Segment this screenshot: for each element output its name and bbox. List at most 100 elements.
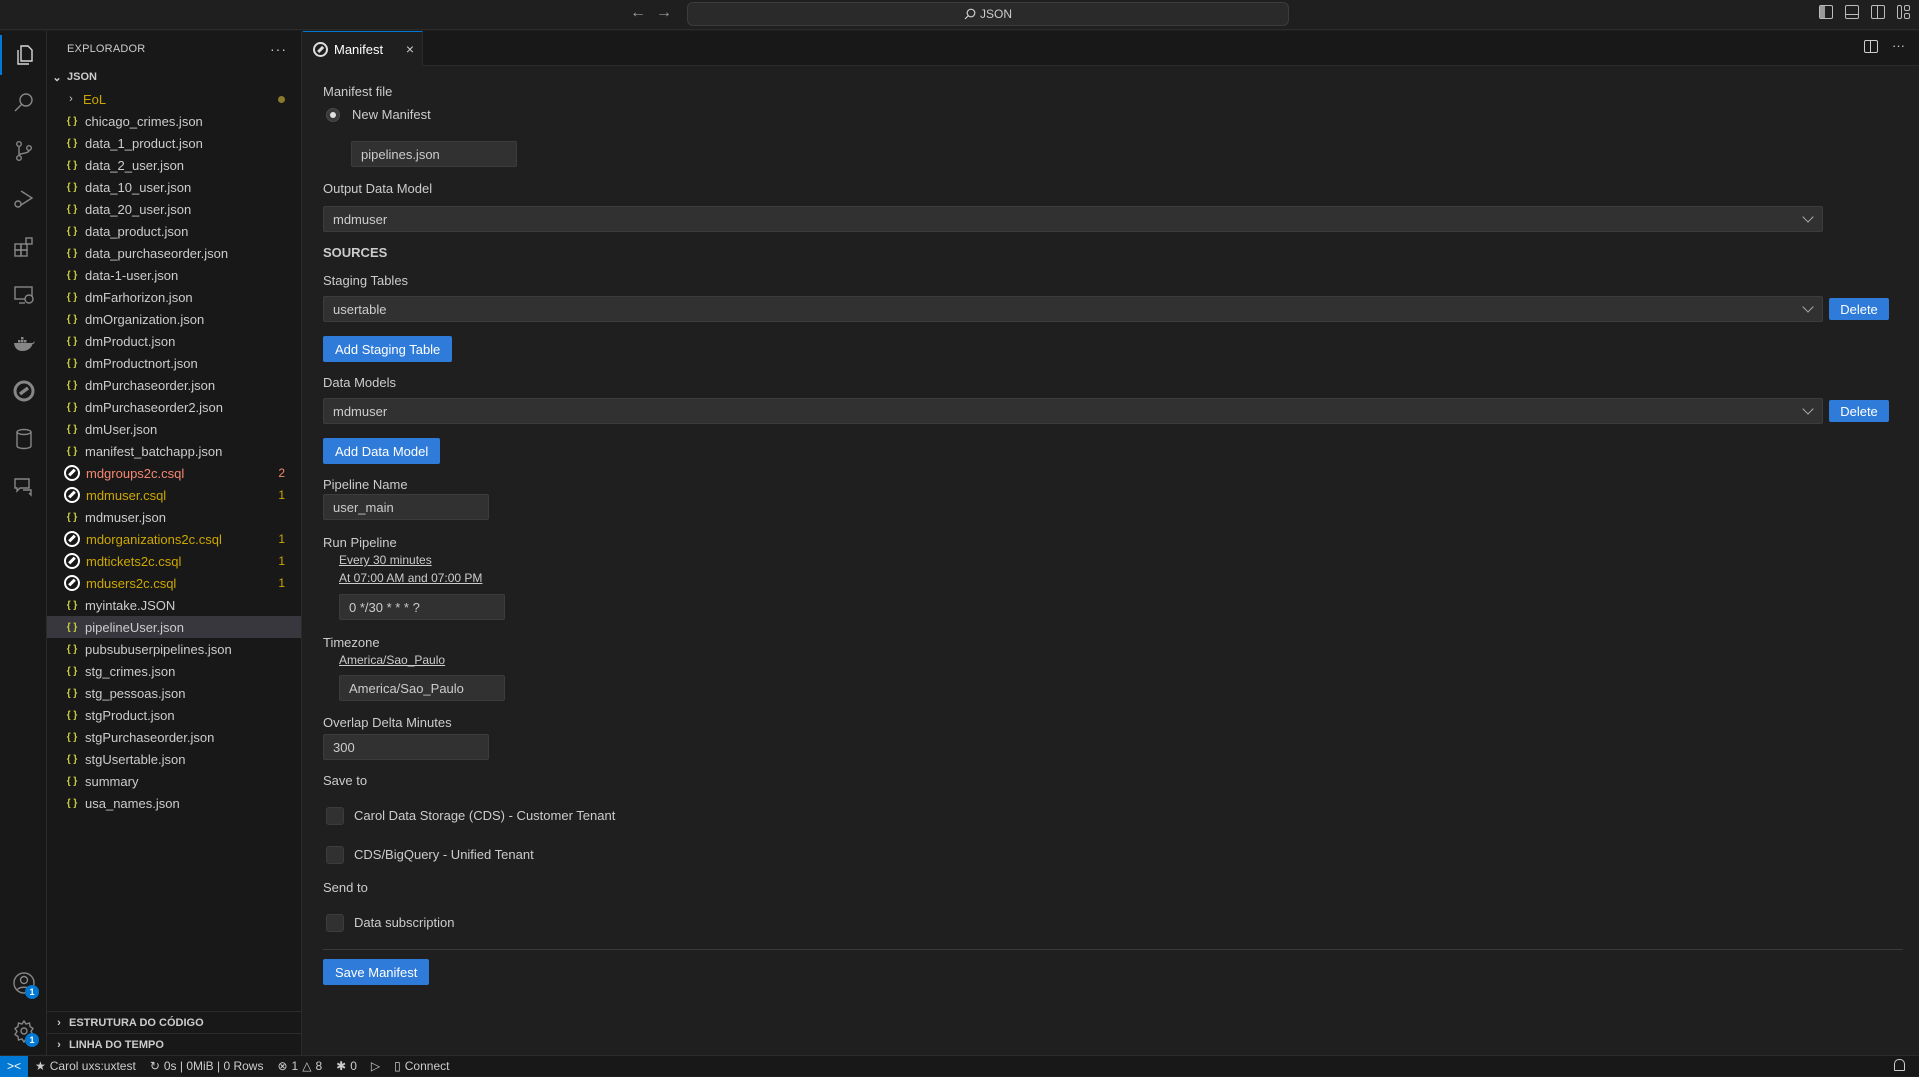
schedule-link-twice-daily[interactable]: At 07:00 AM and 07:00 PM <box>339 571 482 585</box>
file-item[interactable]: { } dmUser.json <box>47 418 301 440</box>
folder-label: EoL <box>83 91 107 107</box>
file-item[interactable]: mdusers2c.csql 1 <box>47 572 301 594</box>
search-icon[interactable] <box>0 83 47 123</box>
file-item[interactable]: { } stgPurchaseorder.json <box>47 726 301 748</box>
overlap-delta-input[interactable]: 300 <box>323 734 489 760</box>
settings-gear-icon[interactable]: 1 <box>0 1011 47 1051</box>
file-name: mdorganizations2c.csql <box>86 531 222 547</box>
workspace-root[interactable]: ⌄ JSON <box>47 66 301 88</box>
arrow-right-icon[interactable]: → <box>656 4 672 22</box>
toggle-primary-sidebar-icon[interactable] <box>1819 5 1833 19</box>
file-item[interactable]: { } dmFarhorizon.json <box>47 286 301 308</box>
data-model-select[interactable]: mdmuser <box>323 398 1823 424</box>
problems-status[interactable]: ⊗ 1 △ 8 <box>270 1059 329 1073</box>
file-item[interactable]: { } chicago_crimes.json <box>47 110 301 132</box>
file-item[interactable]: { } data_20_user.json <box>47 198 301 220</box>
toggle-secondary-sidebar-icon[interactable] <box>1871 5 1885 19</box>
notifications-bell-icon[interactable] <box>1894 1059 1905 1071</box>
manifest-filename-input[interactable]: pipelines.json <box>351 141 517 167</box>
file-item[interactable]: { } myintake.JSON <box>47 594 301 616</box>
carol-icon[interactable] <box>0 371 47 411</box>
toggle-panel-icon[interactable] <box>1845 5 1859 19</box>
pipeline-name-input[interactable]: user_main <box>323 494 489 520</box>
close-icon[interactable]: × <box>406 41 414 57</box>
new-manifest-radio[interactable] <box>326 108 340 122</box>
cds-bigquery-checkbox[interactable] <box>326 846 344 864</box>
data-subscription-checkbox[interactable] <box>326 914 344 932</box>
file-item[interactable]: { } pipelineUser.json <box>47 616 301 638</box>
file-item[interactable]: mdtickets2c.csql 1 <box>47 550 301 572</box>
file-item[interactable]: mdmuser.csql 1 <box>47 484 301 506</box>
query-stats-status[interactable]: ↻ 0s | 0MiB | 0 Rows <box>143 1059 271 1073</box>
database-icon[interactable] <box>0 419 47 459</box>
file-item[interactable]: { } stgUsertable.json <box>47 748 301 770</box>
cron-expression-input[interactable]: 0 */30 * * * ? <box>339 594 505 620</box>
arrow-left-icon[interactable]: ← <box>630 4 646 22</box>
file-item[interactable]: { } dmProductnort.json <box>47 352 301 374</box>
section-timeline[interactable]: › LINHA DO TEMPO <box>47 1033 301 1055</box>
ports-status[interactable]: ✱ 0 <box>329 1059 364 1073</box>
timezone-link[interactable]: America/Sao_Paulo <box>339 653 445 667</box>
section-outline[interactable]: › ESTRUTURA DO CÓDIGO <box>47 1011 301 1033</box>
file-item[interactable]: mdgroups2c.csql 2 <box>47 462 301 484</box>
file-name: data_1_product.json <box>85 135 203 151</box>
file-item[interactable]: { } dmOrganization.json <box>47 308 301 330</box>
docker-icon[interactable] <box>0 323 47 363</box>
file-item[interactable]: { } usa_names.json <box>47 792 301 814</box>
file-item[interactable]: { } summary <box>47 770 301 792</box>
tab-manifest[interactable]: Manifest × <box>303 31 423 66</box>
file-name: mdusers2c.csql <box>86 575 177 591</box>
delete-data-model-button[interactable]: Delete <box>1829 400 1889 422</box>
file-item[interactable]: { } data_10_user.json <box>47 176 301 198</box>
run-debug-icon[interactable] <box>0 179 47 219</box>
file-name: dmProductnort.json <box>85 355 198 371</box>
add-staging-table-button[interactable]: Add Staging Table <box>323 336 453 362</box>
save-manifest-button[interactable]: Save Manifest <box>323 959 430 985</box>
delete-staging-table-button[interactable]: Delete <box>1829 298 1889 320</box>
more-actions-icon[interactable]: ··· <box>1892 39 1905 53</box>
json-file-icon: { } <box>66 687 78 699</box>
chat-icon[interactable] <box>0 467 47 507</box>
explorer-title: EXPLORADOR <box>67 42 146 55</box>
file-item[interactable]: { } data_2_user.json <box>47 154 301 176</box>
file-item[interactable]: { } dmProduct.json <box>47 330 301 352</box>
file-item[interactable]: { } stgProduct.json <box>47 704 301 726</box>
file-item[interactable]: { } stg_crimes.json <box>47 660 301 682</box>
file-item[interactable]: { } pubsubuserpipelines.json <box>47 638 301 660</box>
file-name: dmProduct.json <box>85 333 176 349</box>
schedule-link-every-30[interactable]: Every 30 minutes <box>339 553 432 567</box>
more-actions-icon[interactable]: ··· <box>270 41 287 57</box>
command-center-search[interactable]: JSON <box>687 2 1289 26</box>
file-item[interactable]: { } mdmuser.json <box>47 506 301 528</box>
cds-customer-tenant-checkbox[interactable] <box>326 807 344 825</box>
file-item[interactable]: { } data_1_product.json <box>47 132 301 154</box>
staging-table-select[interactable]: usertable <box>323 296 1823 322</box>
file-item[interactable]: { } dmPurchaseorder.json <box>47 374 301 396</box>
add-data-model-button[interactable]: Add Data Model <box>323 438 441 464</box>
debug-status[interactable]: ▷ <box>364 1059 387 1073</box>
file-item[interactable]: { } stg_pessoas.json <box>47 682 301 704</box>
json-file-icon: { } <box>66 269 78 281</box>
timezone-input[interactable]: America/Sao_Paulo <box>339 675 505 701</box>
accounts-icon[interactable]: 1 <box>0 963 47 1003</box>
explorer-sidebar: EXPLORADOR ··· ⌄ JSON › EoL { } chicago_c… <box>47 31 302 1055</box>
file-name: dmOrganization.json <box>85 311 205 327</box>
connect-status[interactable]: ▯ Connect <box>387 1059 456 1073</box>
file-item[interactable]: { } manifest_batchapp.json <box>47 440 301 462</box>
file-item[interactable]: mdorganizations2c.csql 1 <box>47 528 301 550</box>
remote-icon[interactable]: >< <box>0 1055 28 1077</box>
environment-status[interactable]: ★ Carol uxs:uxtest <box>28 1059 143 1073</box>
remote-explorer-icon[interactable] <box>0 275 47 315</box>
file-item[interactable]: { } data-1-user.json <box>47 264 301 286</box>
customize-layout-icon[interactable] <box>1897 5 1911 19</box>
file-item[interactable]: { } data_purchaseorder.json <box>47 242 301 264</box>
explorer-icon[interactable] <box>0 35 47 75</box>
output-model-select[interactable]: mdmuser <box>323 206 1823 232</box>
extensions-icon[interactable] <box>0 227 47 267</box>
file-name: dmPurchaseorder2.json <box>85 399 224 415</box>
source-control-icon[interactable] <box>0 131 47 171</box>
folder-eol[interactable]: › EoL <box>47 88 301 110</box>
split-editor-icon[interactable] <box>1864 40 1878 53</box>
file-item[interactable]: { } dmPurchaseorder2.json <box>47 396 301 418</box>
file-item[interactable]: { } data_product.json <box>47 220 301 242</box>
